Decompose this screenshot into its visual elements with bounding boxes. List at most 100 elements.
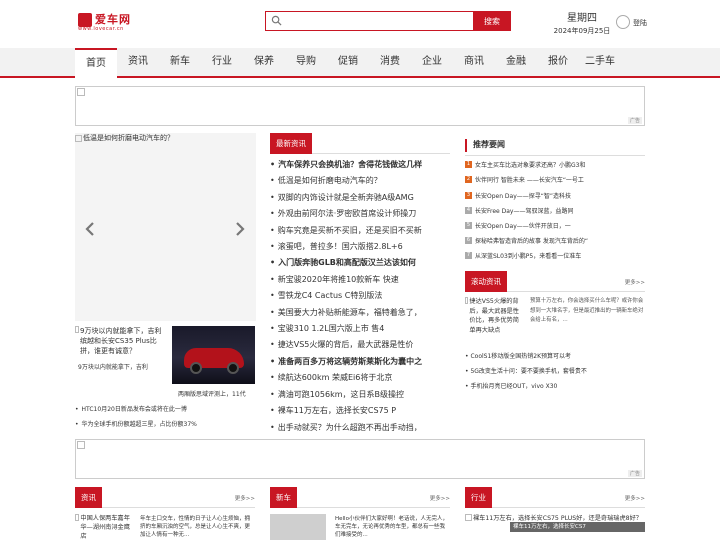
section-title: 资讯 [75, 487, 102, 508]
ad-label: 广告 [627, 117, 642, 124]
news-item[interactable]: 美国要大力补贴新能源车，福特着急了， [270, 305, 450, 321]
more-link[interactable]: 更多>> [625, 278, 645, 286]
roll-item[interactable]: • CoolS1移动版全国热销2K预算可以考 [465, 352, 571, 361]
hot-news-header: 推荐要闻 [465, 135, 645, 156]
nav-item-business[interactable]: 商讯 [453, 48, 495, 78]
news-item[interactable]: 出手动就买？为什么超跑不再出手动挡， [270, 420, 450, 436]
image-placeholder-icon [465, 297, 469, 304]
header: 爱车网 www.lovecar.cn 搜索 星期四 2024年09月25日 登陆 [75, 0, 647, 48]
hot-news-item[interactable]: 4 长安Free Day——驾驭深蓝，益路同 [465, 206, 574, 215]
news-item[interactable]: 入门版奔驰GLB和高配版汉兰达该如何 [270, 255, 450, 271]
logo-subtext: www.lovecar.cn [78, 26, 124, 32]
roll-section-title: 滚动资讯 [465, 271, 507, 292]
news-item[interactable]: 捷达VS5火爆的背后，最大武器是性价 [270, 337, 450, 353]
section-header-news: 资讯 更多>> [75, 487, 255, 508]
image-placeholder-icon [77, 88, 85, 96]
nav-item-consumption[interactable]: 消费 [369, 48, 411, 78]
slider-prev-button[interactable] [85, 221, 95, 236]
news-item[interactable]: 准备两百多万将这辆劳斯莱斯化为囊中之 [270, 354, 450, 370]
roll-image[interactable]: 捷达VS5火爆的背后，最大武器是性价比，再多优势简单再大缺点 [465, 297, 519, 335]
section-header-new-car: 新车 更多>> [270, 487, 450, 508]
nav-item-maintenance[interactable]: 保养 [243, 48, 285, 78]
slider-next-button[interactable] [235, 221, 245, 236]
news-item[interactable]: 满油可跑1056km，这日系B级操控 [270, 387, 450, 403]
chevron-right-icon [236, 222, 245, 236]
section-accent [465, 139, 467, 152]
more-link[interactable]: 更多>> [625, 494, 645, 502]
hot-news-item[interactable]: 6 探秘哈弗智造背后的故事 发现汽车背后的“ [465, 236, 588, 245]
roll-section-header: 滚动资讯 更多>> [465, 271, 645, 292]
news-item[interactable]: 外观由前阿尔法·罗密欧首席设计师操刀 [270, 206, 450, 222]
rank-badge: 6 [465, 237, 472, 244]
news-section-header: 最新资讯 [270, 133, 450, 154]
thumb-right-caption[interactable]: 两厢版思域评测上，11代 [178, 389, 246, 398]
bottom-link[interactable]: HTC10月20日新品发布会或将在此一博 [75, 404, 187, 413]
ad-banner-middle[interactable]: 广告 [75, 439, 645, 479]
nav-item-home[interactable]: 首页 [75, 48, 117, 78]
nav-item-enterprise[interactable]: 企业 [411, 48, 453, 78]
nav-item-industry[interactable]: 行业 [201, 48, 243, 78]
wheel [190, 362, 202, 374]
section-text: Hello小伙伴们大家好啊！老话说，人无完人，车无完车，无论再优秀的车型，都总有… [335, 516, 448, 538]
rank-badge: 1 [465, 161, 472, 168]
nav-item-guide[interactable]: 导购 [285, 48, 327, 78]
roll-item[interactable]: • 5G改变生活十问：要不要换手机，套餐贵不 [465, 367, 587, 376]
image-placeholder-icon [75, 514, 80, 521]
more-link[interactable]: 更多>> [235, 494, 255, 502]
nav-item-finance[interactable]: 金融 [495, 48, 537, 78]
roll-item[interactable]: • 手机抬月亮已经OUT，vivo X30 [465, 382, 557, 391]
hot-news-item[interactable]: 3 长安Open Day——探寻“智”造科技 [465, 191, 571, 200]
ad-banner-top[interactable]: 广告 [75, 86, 645, 126]
news-item[interactable]: 新宝骏2020年将推10款新车 快速 [270, 272, 450, 288]
news-item[interactable]: 裸车11万左右，选择长安CS75 P [270, 403, 450, 419]
ad-label: 广告 [627, 470, 642, 477]
nav-item-used-car[interactable]: 二手车 [579, 48, 621, 78]
logo-text: 爱车网 [95, 13, 131, 26]
search-input[interactable] [284, 13, 394, 29]
roll-description: 预算十万左右，你会选择买什么车呢？或许你会想到一大堆名字，但是最近推出的一辆新车… [530, 298, 644, 323]
thumb-left-caption[interactable]: 9万块以内就能拿下，吉利 [78, 362, 148, 371]
hot-news-item[interactable]: 2 伙伴同行 智胜未来 ——长安汽车“一号工 [465, 175, 584, 184]
nav-item-new-car[interactable]: 新车 [159, 48, 201, 78]
date-display: 星期四 2024年09月25日 [553, 9, 611, 36]
wheel [227, 362, 239, 374]
main-nav: 首页 资讯 新车 行业 保养 导购 促销 消费 企业 商讯 金融 报价 二手车 [0, 48, 720, 78]
car-thumbnail[interactable] [172, 326, 255, 384]
hot-news-title: 推荐要闻 [473, 140, 505, 149]
nav-item-promotion[interactable]: 促销 [327, 48, 369, 78]
hot-news-item[interactable]: 5 长安Open Day——伙伴开放日，一 [465, 221, 571, 230]
section-text: 裸车11万左右，选择长安CS7 [510, 522, 645, 532]
weekday-label: 星期四 [567, 13, 597, 24]
section-title: 新车 [270, 487, 297, 508]
news-item[interactable]: 续航达600km 荣威Ei6将于北京 [270, 370, 450, 386]
search-button[interactable]: 搜索 [473, 11, 511, 31]
site-logo[interactable]: 爱车网 www.lovecar.cn [75, 11, 145, 33]
news-item[interactable]: 雪铁龙C4 Cactus C特别版法 [270, 288, 450, 304]
hot-news-item[interactable]: 1 女车主买车比选对象要求还高？小鹏G3和 [465, 160, 585, 169]
news-item[interactable]: 双脚的内饰设计就是全新奔驰A级AMG [270, 190, 450, 206]
rank-badge: 3 [465, 192, 472, 199]
news-item[interactable]: 购车究竟是买新不买旧，还是买旧不买新 [270, 223, 450, 239]
image-placeholder-icon [75, 134, 82, 142]
more-link[interactable]: 更多>> [430, 494, 450, 502]
search-icon [271, 15, 282, 26]
date-label: 2024年09月25日 [553, 27, 611, 35]
news-item[interactable]: 汽车保养只会换机油？舍得花钱做这几样 [270, 157, 450, 173]
slider-caption: 低温是如何折磨电动汽车的？ [75, 133, 174, 143]
nav-item-news[interactable]: 资讯 [117, 48, 159, 78]
news-item[interactable]: 宝骏310 1.2L国六版上市 售4 [270, 321, 450, 337]
image-slider[interactable]: 低温是如何折磨电动汽车的？ [75, 133, 256, 321]
section-image[interactable]: 中国人保两车嘉年华—湖州南浔金鹰店 [75, 514, 131, 541]
section-image[interactable] [270, 514, 326, 540]
image-placeholder-icon [77, 441, 85, 449]
bottom-link[interactable]: 华为全球手机份额越超三星，占比份额37% [75, 419, 197, 428]
thumb-left[interactable]: 9万块以内就能拿下，吉利缤越和长安CS35 Plus比拼，谁更有诚意？ [75, 326, 167, 356]
avatar-icon [616, 15, 630, 29]
hot-news-item[interactable]: 7 从深蓝SL03到小鹏P5，来看看一位准车 [465, 251, 581, 260]
chevron-left-icon [85, 222, 94, 236]
rank-badge: 4 [465, 207, 472, 214]
news-item[interactable]: 滚蛋吧，普拉多！国六版搭2.8L+6 [270, 239, 450, 255]
nav-item-price[interactable]: 报价 [537, 48, 579, 78]
news-item[interactable]: 低温是如何折磨电动汽车的？ [270, 173, 450, 189]
image-placeholder-icon [465, 514, 472, 521]
